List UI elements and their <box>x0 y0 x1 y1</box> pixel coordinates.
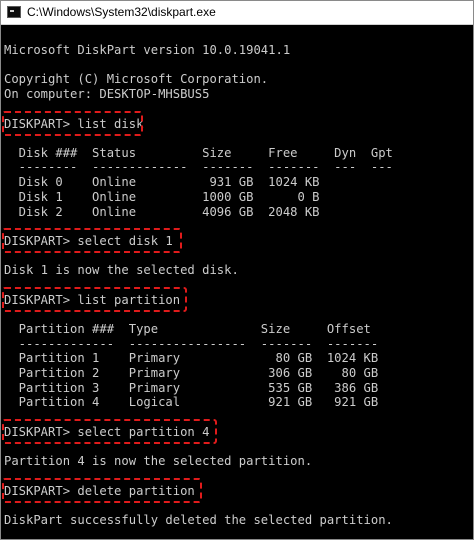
command-list-partition: DISKPART> list partition <box>4 293 181 307</box>
console-window: C:\Windows\System32\diskpart.exe Microso… <box>0 0 474 540</box>
partition-table-row: Partition 4 Logical 921 GB 921 GB <box>4 395 379 409</box>
disk-table-row: Disk 0 Online 931 GB 1024 KB <box>4 175 320 189</box>
partition-selected-message: Partition 4 is now the selected partitio… <box>4 454 313 468</box>
copyright-line: Copyright (C) Microsoft Corporation. <box>4 72 269 86</box>
command-select-partition: DISKPART> select partition 4 <box>4 425 210 439</box>
command-list-disk: DISKPART> list disk <box>4 117 144 131</box>
console-app-icon <box>7 6 21 18</box>
partition-table-header: Partition ### Type Size Offset <box>4 322 371 336</box>
computer-line: On computer: DESKTOP-MHSBUS5 <box>4 87 210 101</box>
title-bar[interactable]: C:\Windows\System32\diskpart.exe <box>1 1 473 25</box>
console-output[interactable]: Microsoft DiskPart version 10.0.19041.1 … <box>1 25 473 539</box>
command-delete-partition: DISKPART> delete partition <box>4 484 195 498</box>
disk-table-row: Disk 2 Online 4096 GB 2048 KB <box>4 205 320 219</box>
partition-table-row: Partition 1 Primary 80 GB 1024 KB <box>4 351 379 365</box>
deleted-message: DiskPart successfully deleted the select… <box>4 513 393 527</box>
partition-table-row: Partition 3 Primary 535 GB 386 GB <box>4 381 379 395</box>
disk-table-separator: -------- ------------- ------- ------- -… <box>4 160 393 174</box>
disk-table-row: Disk 1 Online 1000 GB 0 B <box>4 190 320 204</box>
disk-selected-message: Disk 1 is now the selected disk. <box>4 263 239 277</box>
partition-table-row: Partition 2 Primary 306 GB 80 GB <box>4 366 379 380</box>
command-select-disk: DISKPART> select disk 1 <box>4 234 173 248</box>
disk-table-header: Disk ### Status Size Free Dyn Gpt <box>4 146 393 160</box>
partition-table-separator: ------------- ---------------- ------- -… <box>4 337 379 351</box>
version-line: Microsoft DiskPart version 10.0.19041.1 <box>4 43 291 57</box>
window-title: C:\Windows\System32\diskpart.exe <box>27 5 216 19</box>
